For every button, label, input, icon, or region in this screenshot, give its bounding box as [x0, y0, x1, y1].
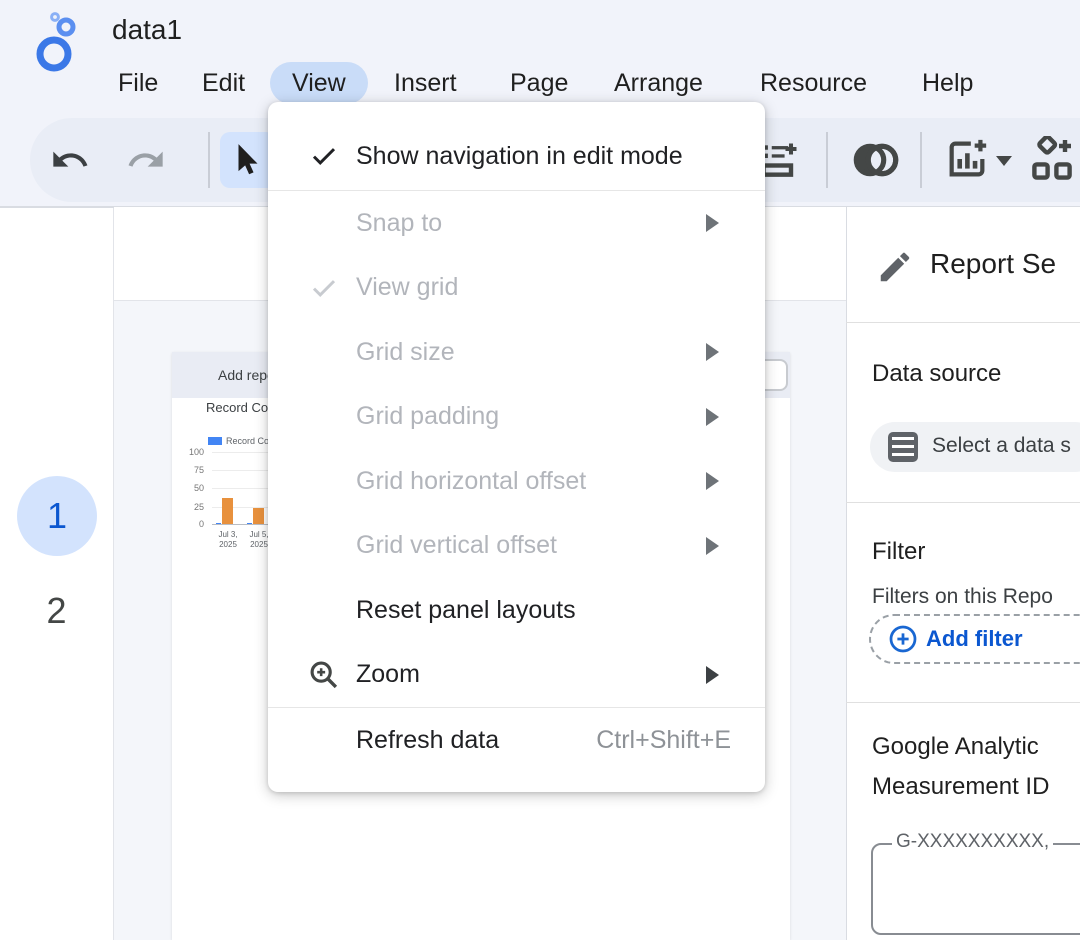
- menu-insert[interactable]: Insert: [390, 62, 461, 104]
- submenu-arrow-icon: [706, 537, 719, 555]
- filter-heading: Filter: [872, 538, 925, 566]
- redo-icon[interactable]: [126, 140, 166, 180]
- toolbar-divider: [208, 132, 210, 188]
- menu-item-show-navigation[interactable]: Show navigation in edit mode: [268, 122, 765, 190]
- panel-divider: [846, 322, 1080, 323]
- menu-item-snap-to: Snap to: [268, 191, 765, 256]
- checkmark-icon: [292, 141, 356, 171]
- looker-studio-window: data1 File Edit View Insert Page Arrange…: [0, 0, 1080, 940]
- page-navigation: 1 2: [0, 208, 113, 940]
- bar-blue-1: [216, 523, 221, 524]
- panel-title: Report Se: [930, 248, 1056, 280]
- data-source-table-icon: [888, 432, 918, 462]
- legend-swatch-record-count: [208, 437, 222, 445]
- y-tick: 50: [174, 483, 204, 493]
- y-tick: 25: [174, 502, 204, 512]
- menu-item-grid-horizontal-offset: Grid horizontal offset: [268, 449, 765, 514]
- menu-shortcut: Ctrl+Shift+E: [596, 726, 731, 755]
- menu-resource[interactable]: Resource: [756, 62, 871, 104]
- panel-divider: [846, 502, 1080, 503]
- menu-item-zoom[interactable]: Zoom: [268, 643, 765, 708]
- add-chart-dropdown-caret[interactable]: [996, 156, 1012, 166]
- select-data-source-label: Select a data s: [932, 434, 1071, 458]
- checkmark-icon: [292, 273, 356, 303]
- y-tick: 0: [174, 519, 204, 529]
- panel-divider: [846, 702, 1080, 703]
- filter-subtitle: Filters on this Repo: [872, 585, 1053, 609]
- add-filter-label: Add filter: [926, 626, 1023, 652]
- page-2-button[interactable]: 2: [0, 590, 113, 632]
- add-chart-icon[interactable]: [944, 136, 990, 182]
- edit-pencil-icon: [876, 248, 914, 286]
- ga-measurement-id-floating-label: G-XXXXXXXXXX,: [892, 831, 1053, 853]
- submenu-arrow-icon: [706, 666, 719, 684]
- ga-measurement-id-input[interactable]: [871, 843, 1080, 935]
- menu-item-refresh-data[interactable]: Refresh data Ctrl+Shift+E: [268, 708, 765, 773]
- toolbar-divider: [826, 132, 828, 188]
- submenu-arrow-icon: [706, 472, 719, 490]
- submenu-arrow-icon: [706, 408, 719, 426]
- zoom-in-icon: [292, 658, 356, 692]
- menu-item-grid-padding: Grid padding: [268, 385, 765, 450]
- menu-page[interactable]: Page: [506, 62, 572, 104]
- ga-heading-line2: Measurement ID: [872, 773, 1049, 801]
- bar-blue-2: [247, 523, 252, 524]
- menu-file[interactable]: File: [114, 62, 162, 104]
- menu-help[interactable]: Help: [918, 62, 977, 104]
- menu-view[interactable]: View: [270, 62, 368, 104]
- toolbar-divider: [920, 132, 922, 188]
- menu-item-grid-vertical-offset: Grid vertical offset: [268, 514, 765, 579]
- view-menu-dropdown: Show navigation in edit mode Snap to Vie…: [268, 102, 765, 792]
- y-tick: 75: [174, 465, 204, 475]
- submenu-arrow-icon: [706, 343, 719, 361]
- bar-orange-2: [253, 508, 264, 524]
- add-filter-plus-icon: [888, 624, 918, 654]
- ga-heading-line1: Google Analytic: [872, 733, 1039, 761]
- data-source-heading: Data source: [872, 360, 1001, 388]
- menu-item-reset-panel-layouts[interactable]: Reset panel layouts: [268, 578, 765, 643]
- undo-icon[interactable]: [50, 140, 90, 180]
- menubar: File Edit View Insert Page Arrange Resou…: [0, 62, 1080, 104]
- submenu-arrow-icon: [706, 214, 719, 232]
- menu-item-grid-size: Grid size: [268, 320, 765, 385]
- menu-arrange[interactable]: Arrange: [610, 62, 707, 104]
- page-1-button[interactable]: 1: [17, 476, 97, 556]
- menu-edit[interactable]: Edit: [198, 62, 249, 104]
- document-title[interactable]: data1: [112, 14, 182, 46]
- add-control-icon[interactable]: [1028, 136, 1076, 184]
- blend-data-icon[interactable]: [852, 140, 900, 180]
- menu-item-view-grid: View grid: [268, 256, 765, 321]
- y-tick: 100: [174, 447, 204, 457]
- bar-orange-1: [222, 498, 233, 524]
